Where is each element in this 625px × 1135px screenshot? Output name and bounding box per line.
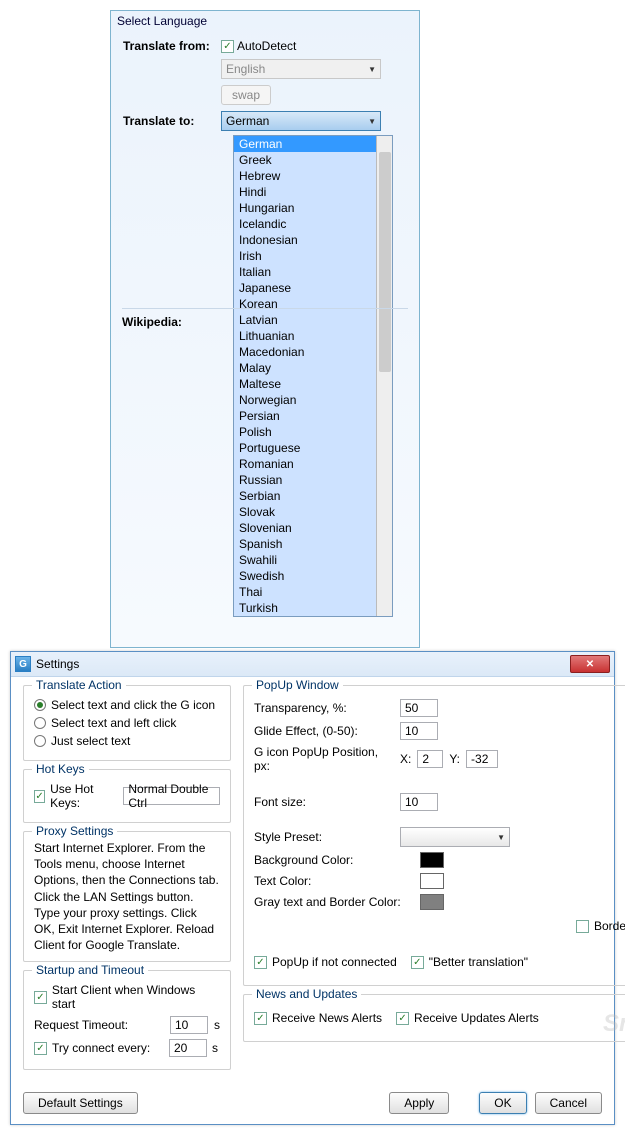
language-option[interactable]: Serbian	[234, 488, 376, 504]
language-option[interactable]: Thai	[234, 584, 376, 600]
language-option[interactable]: Romanian	[234, 456, 376, 472]
wikipedia-label: Wikipedia:	[122, 315, 182, 329]
pos-x-input[interactable]: 2	[417, 750, 443, 768]
bg-color-swatch[interactable]	[420, 852, 444, 868]
transparency-input[interactable]: 50	[400, 699, 438, 717]
to-language-select[interactable]: German ▼	[221, 111, 381, 131]
default-settings-button[interactable]: Default Settings	[23, 1092, 138, 1114]
language-option[interactable]: Greek	[234, 152, 376, 168]
chevron-down-icon: ▼	[497, 833, 505, 842]
startup-group: Startup and Timeout ✓ Start Client when …	[23, 970, 231, 1070]
news-alerts-checkbox[interactable]: ✓	[254, 1012, 267, 1025]
language-option[interactable]: Turkish	[234, 600, 376, 616]
apply-button[interactable]: Apply	[389, 1092, 449, 1114]
language-option[interactable]: Irish	[234, 248, 376, 264]
popup-not-connected-checkbox[interactable]: ✓	[254, 956, 267, 969]
news-updates-group: News and Updates ✓Receive News Alerts ✓R…	[243, 994, 625, 1042]
translate-from-label: Translate from:	[123, 39, 221, 53]
pos-y-input[interactable]: -32	[466, 750, 498, 768]
hotkey-input[interactable]: Normal Double Ctrl	[123, 787, 220, 805]
app-icon: G	[15, 656, 31, 672]
start-with-windows-checkbox[interactable]: ✓	[34, 991, 47, 1004]
gray-color-swatch[interactable]	[420, 894, 444, 910]
connect-interval-input[interactable]: 20	[169, 1039, 207, 1057]
language-option[interactable]: Portuguese	[234, 440, 376, 456]
language-option[interactable]: Korean	[234, 296, 376, 312]
radio-select-left-click[interactable]: Select text and left click	[34, 716, 220, 730]
ok-button[interactable]: OK	[479, 1092, 526, 1114]
translate-action-group: Translate Action Select text and click t…	[23, 685, 231, 761]
font-size-input[interactable]: 10	[400, 793, 438, 811]
style-preset-select[interactable]: ▼	[400, 827, 510, 847]
language-option[interactable]: Hungarian	[234, 200, 376, 216]
language-option[interactable]: Persian	[234, 408, 376, 424]
language-option[interactable]: Maltese	[234, 376, 376, 392]
language-option[interactable]: Slovenian	[234, 520, 376, 536]
settings-window: G Settings ✕ Translate Action Select tex…	[10, 651, 615, 1125]
language-option[interactable]: German	[234, 136, 376, 152]
language-option[interactable]: Icelandic	[234, 216, 376, 232]
language-option[interactable]: Malay	[234, 360, 376, 376]
chevron-down-icon: ▼	[368, 117, 376, 126]
window-title: Settings	[36, 657, 570, 671]
timeout-input[interactable]: 10	[170, 1016, 208, 1034]
glide-input[interactable]: 10	[400, 722, 438, 740]
proxy-group: Proxy Settings Start Internet Explorer. …	[23, 831, 231, 962]
text-color-swatch[interactable]	[420, 873, 444, 889]
updates-alerts-checkbox[interactable]: ✓	[396, 1012, 409, 1025]
popup-window-group: PopUp Window Transparency, %: 50 Glide E…	[243, 685, 625, 986]
language-option[interactable]: Macedonian	[234, 344, 376, 360]
language-dropdown[interactable]: GermanGreekHebrewHindiHungarianIcelandic…	[233, 135, 407, 617]
language-option[interactable]: Lithuanian	[234, 328, 376, 344]
panel-title: Select Language	[111, 11, 419, 31]
autodetect-label: AutoDetect	[237, 39, 296, 53]
select-language-panel: Select Language Translate from: ✓ AutoDe…	[110, 10, 420, 648]
close-button[interactable]: ✕	[570, 655, 610, 673]
language-option[interactable]: Hebrew	[234, 168, 376, 184]
cancel-button[interactable]: Cancel	[535, 1092, 602, 1114]
language-option[interactable]: Latvian	[234, 312, 376, 328]
radio-just-select[interactable]: Just select text	[34, 734, 220, 748]
titlebar[interactable]: G Settings ✕	[11, 652, 614, 677]
language-option[interactable]: Hindi	[234, 184, 376, 200]
radio-select-click-g[interactable]: Select text and click the G icon	[34, 698, 220, 712]
border-checkbox[interactable]: ✓	[576, 920, 589, 933]
radio-icon	[34, 717, 46, 729]
language-option[interactable]: Russian	[234, 472, 376, 488]
language-option[interactable]: Swedish	[234, 568, 376, 584]
language-option[interactable]: Slovak	[234, 504, 376, 520]
language-option[interactable]: Swahili	[234, 552, 376, 568]
radio-icon	[34, 699, 46, 711]
autodetect-checkbox[interactable]: ✓ AutoDetect	[221, 39, 296, 53]
check-icon: ✓	[221, 40, 234, 53]
language-option[interactable]: Norwegian	[234, 392, 376, 408]
chevron-down-icon: ▼	[368, 65, 376, 74]
better-translation-checkbox[interactable]: ✓	[411, 956, 424, 969]
language-option[interactable]: Japanese	[234, 280, 376, 296]
proxy-help-text: Start Internet Explorer. From the Tools …	[34, 840, 220, 953]
from-language-select: English ▼	[221, 59, 381, 79]
hotkeys-group: Hot Keys ✓ Use Hot Keys: Normal Double C…	[23, 769, 231, 823]
language-option[interactable]: Italian	[234, 264, 376, 280]
swap-button: swap	[221, 85, 271, 105]
scrollbar[interactable]	[376, 136, 392, 616]
language-option[interactable]: Spanish	[234, 536, 376, 552]
try-connect-checkbox[interactable]: ✓	[34, 1042, 47, 1055]
language-option[interactable]: Polish	[234, 424, 376, 440]
language-option[interactable]: Indonesian	[234, 232, 376, 248]
translate-to-label: Translate to:	[123, 114, 221, 128]
use-hotkeys-checkbox[interactable]: ✓	[34, 790, 45, 803]
radio-icon	[34, 735, 46, 747]
